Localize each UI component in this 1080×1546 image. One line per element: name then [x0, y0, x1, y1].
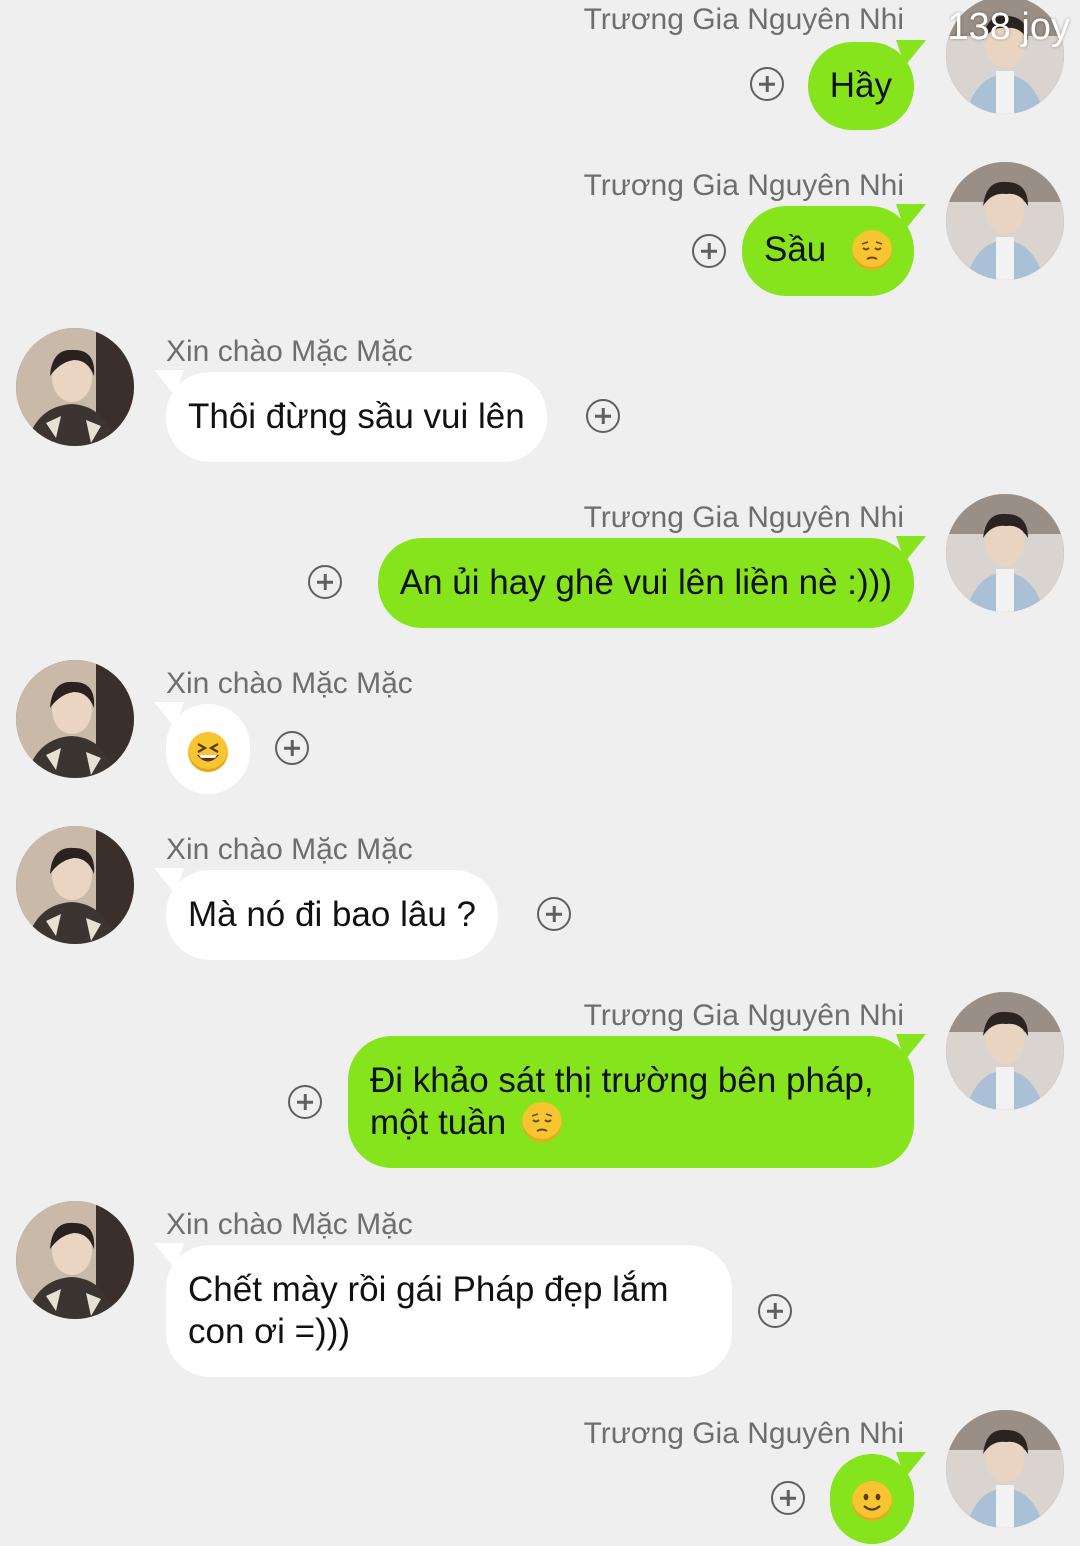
avatar[interactable]: [946, 162, 1064, 280]
message-text: Hầy: [829, 66, 892, 105]
sender-name: Xin chào Mặc Mặc: [166, 833, 413, 866]
message-bubble[interactable]: Sầu: [741, 206, 914, 296]
message-bubble[interactable]: Mà nó đi bao lâu ?: [166, 870, 498, 960]
message-text: An ủi hay ghê vui lên liền nè :))): [399, 563, 892, 602]
sender-name: Xin chào Mặc Mặc: [166, 1208, 413, 1241]
avatar[interactable]: [16, 1201, 134, 1319]
message-bubble[interactable]: An ủi hay ghê vui lên liền nè :))): [377, 538, 914, 628]
sender-name: Trương Gia Nguyên Nhi: [583, 3, 904, 36]
message-bubble[interactable]: Hầy: [807, 42, 914, 130]
sender-name: Xin chào Mặc Mặc: [166, 667, 413, 700]
sender-name: Trương Gia Nguyên Nhi: [583, 501, 904, 534]
message-text: Sầu: [763, 230, 827, 269]
message-text: Thôi đừng sầu vui lên: [188, 397, 525, 436]
message-text: Chết mày rồi gái Pháp đẹp lắm: [188, 1270, 669, 1309]
grinning-squinting-face-icon: [188, 731, 228, 772]
add-reaction-icon[interactable]: [586, 399, 620, 433]
message-bubble[interactable]: Chết mày rồi gái Pháp đẹp lắm con ơi =))…: [166, 1245, 732, 1377]
message-bubble[interactable]: Đi khảo sát thị trường bên pháp, một tuầ…: [348, 1036, 914, 1168]
message-bubble[interactable]: Thôi đừng sầu vui lên: [166, 372, 547, 462]
add-reaction-icon[interactable]: [537, 897, 571, 931]
sender-name: Xin chào Mặc Mặc: [166, 335, 413, 368]
message-text: Mà nó đi bao lâu ?: [188, 895, 476, 934]
sender-name: Trương Gia Nguyên Nhi: [583, 999, 904, 1032]
add-reaction-icon[interactable]: [288, 1085, 322, 1119]
sender-name: Trương Gia Nguyên Nhi: [583, 169, 904, 202]
pensive-face-icon: [852, 229, 892, 270]
message-bubble[interactable]: [830, 1454, 914, 1544]
avatar[interactable]: [16, 826, 134, 944]
slightly-smiling-face-icon: [852, 1480, 892, 1521]
avatar[interactable]: [946, 494, 1064, 612]
add-reaction-icon[interactable]: [750, 67, 784, 101]
add-reaction-icon[interactable]: [771, 1481, 805, 1515]
pensive-face-icon: [521, 1101, 562, 1142]
message-text: Đi khảo sát thị trường bên pháp,: [370, 1061, 874, 1100]
message-text-line-2: con ơi =))): [188, 1312, 351, 1351]
add-reaction-icon[interactable]: [308, 565, 342, 599]
avatar[interactable]: [946, 992, 1064, 1110]
avatar[interactable]: [946, 1410, 1064, 1528]
add-reaction-icon[interactable]: [758, 1294, 792, 1328]
message-bubble[interactable]: [166, 704, 250, 794]
add-reaction-icon[interactable]: [692, 234, 726, 268]
sender-name: Trương Gia Nguyên Nhi: [583, 1417, 904, 1450]
avatar[interactable]: [16, 660, 134, 778]
add-reaction-icon[interactable]: [275, 731, 309, 765]
watermark: 138 joy: [947, 6, 1070, 48]
avatar[interactable]: [16, 328, 134, 446]
message-text-line-2: một tuần: [370, 1101, 892, 1144]
